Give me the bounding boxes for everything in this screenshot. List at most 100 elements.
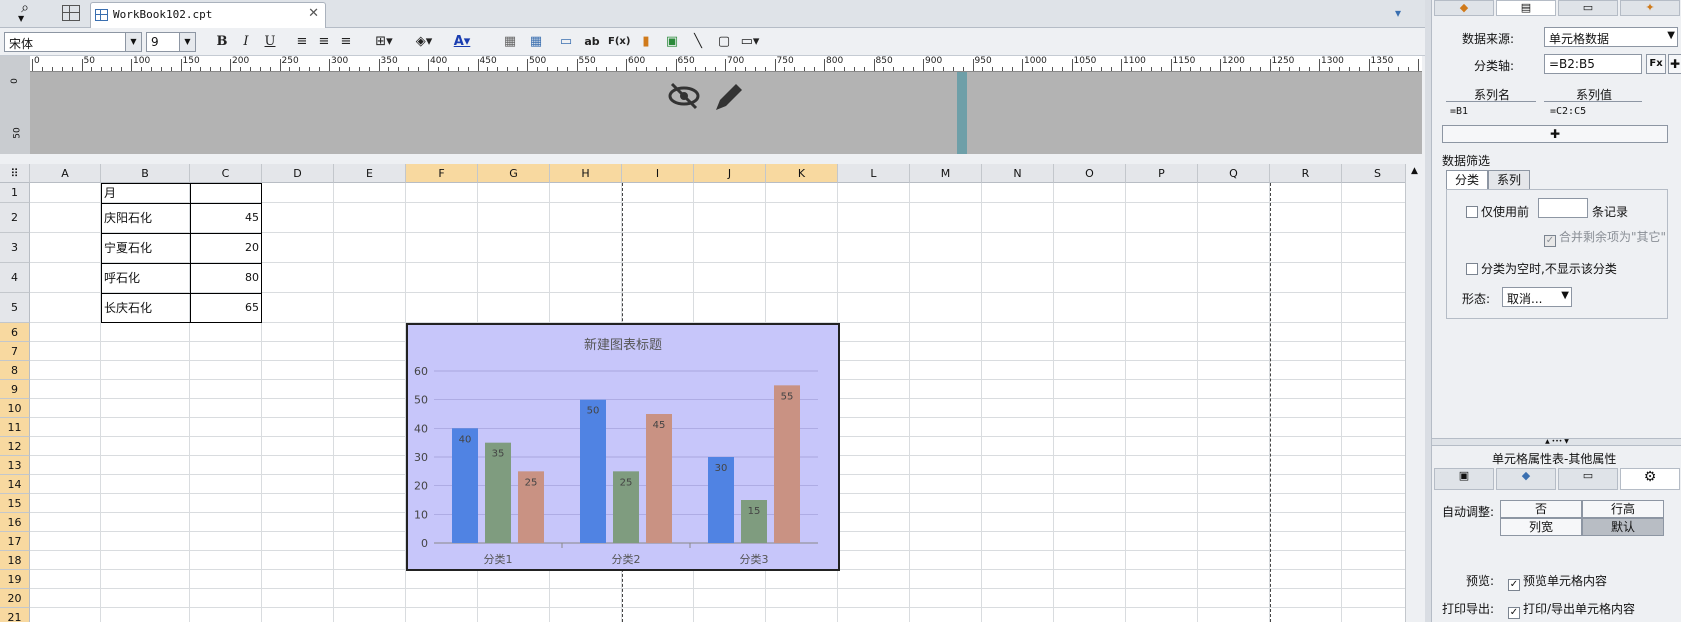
row-header-2[interactable]: 2 — [0, 203, 30, 233]
align-left-icon[interactable]: ≡ — [292, 32, 312, 52]
row-header-14[interactable]: 14 — [0, 475, 30, 494]
formula-button[interactable]: Fx — [1646, 54, 1666, 74]
column-header-q[interactable]: Q — [1198, 164, 1270, 183]
tab-cell-style[interactable]: ◆ — [1434, 0, 1494, 16]
data-source-select[interactable]: 单元格数据 ▼ — [1544, 27, 1678, 47]
column-header-r[interactable]: R — [1270, 164, 1342, 183]
tab-category[interactable]: 分类 — [1446, 170, 1488, 190]
fill-color-icon[interactable]: ◈▾ — [414, 32, 434, 52]
only-use-first-checkbox[interactable]: 仅使用前 — [1466, 203, 1529, 220]
row-header-17[interactable]: 17 — [0, 532, 30, 551]
column-header-d[interactable]: D — [262, 164, 334, 183]
category-axis-input[interactable]: =B2:B5 — [1544, 54, 1642, 74]
option-row-height[interactable]: 行高 — [1582, 500, 1664, 518]
cell-b5[interactable]: 长庆石化 — [101, 293, 190, 323]
insert-cell-icon[interactable]: ▭ — [556, 32, 576, 52]
row-header-5[interactable]: 5 — [0, 293, 30, 323]
font-size-select[interactable]: 9 ▼ — [146, 32, 196, 52]
merge-cells-icon[interactable]: ▦ — [500, 32, 520, 52]
column-header-e[interactable]: E — [334, 164, 406, 183]
column-header-g[interactable]: G — [478, 164, 550, 183]
align-center-icon[interactable]: ≡ — [314, 32, 334, 52]
option-no[interactable]: 否 — [1500, 500, 1582, 518]
chevron-down-icon[interactable]: ▼ — [179, 33, 195, 51]
row-header-4[interactable]: 4 — [0, 263, 30, 293]
column-header-m[interactable]: M — [910, 164, 982, 183]
tab-widget[interactable]: ▭ — [1558, 468, 1618, 490]
border-icon[interactable]: ⊞▾ — [374, 32, 394, 52]
bold-button[interactable]: B — [212, 32, 232, 52]
print-checkbox[interactable]: ✓ 打印/导出单元格内容 — [1508, 600, 1635, 619]
chevron-down-icon[interactable]: ▼ — [125, 33, 141, 51]
cell-c5[interactable]: 65 — [190, 293, 262, 323]
row-header-13[interactable]: 13 — [0, 456, 30, 475]
vertical-scrollbar[interactable]: ▲ — [1405, 164, 1425, 622]
font-color-icon[interactable]: A▾ — [452, 32, 472, 52]
underline-button[interactable]: U — [260, 32, 280, 52]
italic-button[interactable]: I — [236, 32, 256, 52]
row-header-10[interactable]: 10 — [0, 399, 30, 418]
row-header-20[interactable]: 20 — [0, 589, 30, 608]
slash-icon[interactable]: ╲ — [688, 32, 708, 52]
hide-icon[interactable] — [668, 82, 702, 110]
row-header-16[interactable]: 16 — [0, 513, 30, 532]
tab-cell-props[interactable]: ▣ — [1434, 468, 1494, 490]
row-header-12[interactable]: 12 — [0, 437, 30, 456]
merge-rest-checkbox[interactable]: ✓ 合并剩余项为"其它" — [1544, 228, 1666, 247]
preview-checkbox[interactable]: ✓ 预览单元格内容 — [1508, 572, 1607, 591]
tab-key[interactable]: ✦ — [1620, 0, 1680, 16]
column-header-c[interactable]: C — [190, 164, 262, 183]
chevron-down-icon[interactable]: ▼ — [1561, 290, 1569, 301]
cell-c3[interactable]: 20 — [190, 233, 262, 263]
tab-data[interactable]: ▤ — [1496, 0, 1556, 16]
form-select[interactable]: 取消... ▼ — [1502, 287, 1572, 307]
cell-b2[interactable]: 庆阳石化 — [101, 203, 190, 233]
row-header-7[interactable]: 7 — [0, 342, 30, 361]
cell-c4[interactable]: 80 — [190, 263, 262, 293]
series-name-value[interactable]: =B1 — [1450, 106, 1468, 117]
column-header-f[interactable]: F — [406, 164, 478, 183]
hide-empty-checkbox[interactable]: 分类为空时,不显示该分类 — [1466, 260, 1617, 277]
gear-icon[interactable]: ⚙ — [1620, 468, 1680, 490]
row-header-8[interactable]: 8 — [0, 361, 30, 380]
chart-icon[interactable]: ▮ — [636, 32, 656, 52]
add-series-button[interactable]: ✚ — [1442, 125, 1668, 143]
text-icon[interactable]: ab — [582, 32, 602, 52]
column-header-k[interactable]: K — [766, 164, 838, 183]
image-icon[interactable]: ▣ — [662, 32, 682, 52]
tab-style[interactable]: ◆ — [1496, 468, 1556, 490]
row-header-15[interactable]: 15 — [0, 494, 30, 513]
record-count-input[interactable] — [1538, 198, 1588, 218]
grid-icon[interactable]: ▦ — [526, 32, 546, 52]
formula-icon[interactable]: F(x) — [608, 32, 630, 52]
cell-c2[interactable]: 45 — [190, 203, 262, 233]
cell-b4[interactable]: 呼石化 — [101, 263, 190, 293]
option-col-width[interactable]: 列宽 — [1500, 518, 1582, 536]
row-header-19[interactable]: 19 — [0, 570, 30, 589]
frame-icon[interactable]: ▭▾ — [740, 32, 760, 52]
row-header-21[interactable]: 21 — [0, 608, 30, 622]
subreport-icon[interactable]: ▢ — [714, 32, 734, 52]
row-header-6[interactable]: 6 — [0, 323, 30, 342]
chevron-down-icon[interactable]: ▼ — [18, 14, 24, 23]
column-header-s[interactable]: S — [1342, 164, 1414, 183]
column-header-p[interactable]: P — [1126, 164, 1198, 183]
row-header-18[interactable]: 18 — [0, 551, 30, 570]
option-default[interactable]: 默认 — [1582, 518, 1664, 536]
row-header-3[interactable]: 3 — [0, 233, 30, 263]
tab-chart[interactable]: ▭ — [1558, 0, 1618, 16]
column-header-a[interactable]: A — [30, 164, 101, 183]
row-header-1[interactable]: 1 — [0, 183, 30, 203]
column-header-j[interactable]: J — [694, 164, 766, 183]
cell-b3[interactable]: 宁夏石化 — [101, 233, 190, 263]
column-header-o[interactable]: O — [1054, 164, 1126, 183]
edit-pencil-icon[interactable] — [712, 80, 746, 112]
add-icon[interactable]: ✚ — [1668, 54, 1681, 74]
font-family-select[interactable]: 宋体 ▼ — [4, 32, 142, 52]
column-header-b[interactable]: B — [101, 164, 190, 183]
column-header-h[interactable]: H — [550, 164, 622, 183]
new-sheet-icon[interactable] — [62, 5, 80, 21]
chevron-down-icon[interactable]: ▼ — [1667, 30, 1675, 41]
tab-series[interactable]: 系列 — [1488, 170, 1530, 190]
column-header-i[interactable]: I — [622, 164, 694, 183]
